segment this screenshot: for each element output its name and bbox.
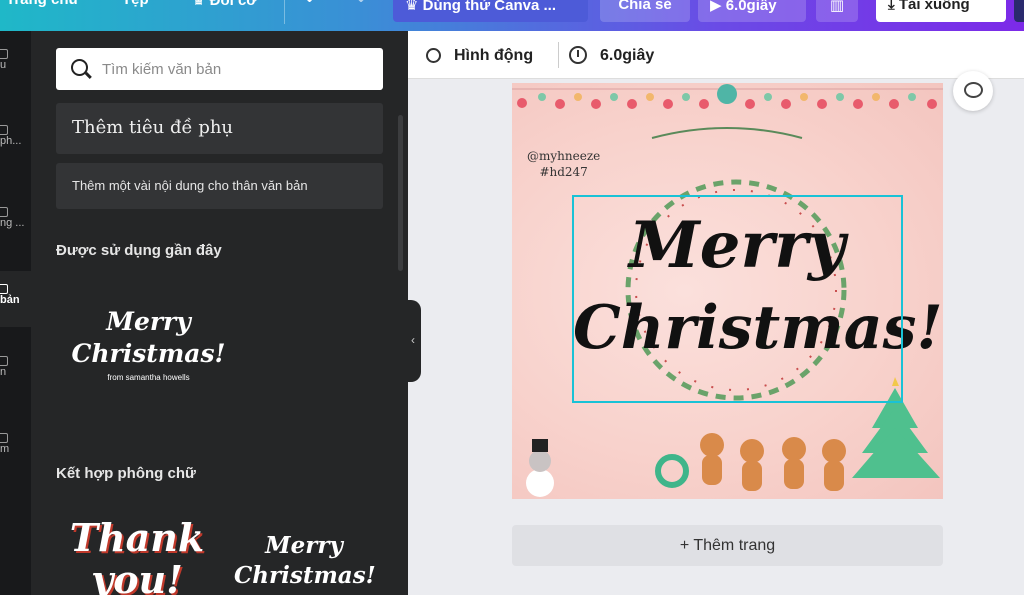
stats-icon[interactable]: ▥ bbox=[816, 0, 858, 22]
collapse-panel-button[interactable]: ‹ bbox=[405, 300, 421, 382]
snowman bbox=[526, 439, 554, 497]
text-panel: Thêm tiêu đề phụ Thêm một vài nội dung c… bbox=[31, 31, 408, 595]
rail-item-label: n bbox=[0, 366, 7, 378]
divider bbox=[284, 0, 285, 24]
crown-icon: ♛ bbox=[192, 0, 210, 9]
undo-icon[interactable]: ↶ bbox=[306, 0, 319, 9]
combo-sample-merry-christmas[interactable]: Merry Christmas! bbox=[234, 531, 376, 591]
resize-menu[interactable]: ♛ Đổi cỡ bbox=[192, 0, 257, 9]
rail-item-audio[interactable]: m bbox=[0, 433, 31, 455]
rail-item-label: ng ... bbox=[0, 217, 25, 229]
text-icon bbox=[0, 284, 8, 294]
rail-item-label: ph... bbox=[0, 135, 22, 147]
rail-item-templates[interactable]: u bbox=[0, 49, 31, 71]
credit-handle: @myhneeze bbox=[527, 149, 601, 163]
animate-button[interactable]: Hình động bbox=[454, 47, 533, 65]
editor-toolbar: Hình động 6.0giây bbox=[408, 31, 1024, 79]
elements-icon bbox=[0, 125, 8, 135]
mini-wreath bbox=[655, 454, 689, 488]
rail-item-text[interactable]: bản bbox=[0, 284, 31, 306]
styles-icon bbox=[0, 356, 8, 366]
duration-button[interactable]: 6.0giây bbox=[600, 47, 654, 65]
upload-icon bbox=[0, 207, 8, 217]
credit-hashtag: #hd247 bbox=[539, 165, 588, 179]
search-box[interactable] bbox=[56, 48, 383, 90]
resize-label: Đổi cỡ bbox=[209, 0, 257, 9]
home-link[interactable]: Trang chủ bbox=[6, 0, 78, 8]
search-icon bbox=[71, 59, 88, 76]
chevron-left-icon: ‹ bbox=[411, 333, 415, 347]
search-input[interactable] bbox=[102, 58, 372, 80]
sample-line: Christmas! bbox=[234, 562, 376, 589]
divider bbox=[558, 42, 559, 68]
more-button[interactable] bbox=[1014, 0, 1024, 22]
present-button[interactable]: ▶ 6.0giây bbox=[698, 0, 806, 22]
share-button[interactable]: Chia sẻ bbox=[600, 0, 690, 22]
font-combo-heading: Kết hợp phông chữ bbox=[56, 465, 196, 482]
play-icon: ▶ bbox=[710, 0, 726, 14]
sample-line: Thank bbox=[69, 515, 205, 560]
panel-scrollbar[interactable] bbox=[398, 115, 403, 271]
top-toolbar: Trang chủ Tệp ♛ Đổi cỡ ↶ ↷ ♛ Dùng thử Ca… bbox=[0, 0, 1024, 31]
recent-heading: Được sử dụng gần đây bbox=[56, 242, 222, 259]
gingerbread-cookies bbox=[700, 433, 846, 491]
combo-sample-thank-you[interactable]: Thank you! bbox=[67, 517, 207, 595]
left-nav-rail: u ph... ng ... bản n m bbox=[0, 31, 31, 595]
rail-item-styles[interactable]: n bbox=[0, 356, 31, 378]
crown-icon: ♛ bbox=[405, 0, 423, 14]
download-button[interactable]: ⤓ Tải xuống bbox=[876, 0, 1006, 22]
add-comment-button[interactable] bbox=[953, 71, 993, 111]
sample-caption: from samantha howells bbox=[107, 373, 190, 382]
rail-item-uploads[interactable]: ng ... bbox=[0, 207, 31, 229]
animate-icon bbox=[426, 48, 441, 63]
present-duration: 6.0giây bbox=[725, 0, 777, 14]
selection-box[interactable] bbox=[572, 195, 903, 403]
add-subtitle-button[interactable]: Thêm tiêu đề phụ bbox=[56, 103, 383, 154]
rail-item-elements[interactable]: ph... bbox=[0, 125, 31, 147]
redo-icon[interactable]: ↷ bbox=[352, 0, 365, 9]
sample-line: you! bbox=[91, 557, 183, 595]
download-icon: ⤓ bbox=[888, 0, 899, 13]
rail-item-label: bản bbox=[0, 294, 20, 306]
rail-item-label: u bbox=[0, 59, 7, 71]
holly-sprig bbox=[651, 127, 803, 139]
try-canva-button[interactable]: ♛ Dùng thử Canva ... bbox=[393, 0, 588, 22]
add-body-text-button[interactable]: Thêm một vài nội dung cho thân văn bản bbox=[56, 163, 383, 209]
try-canva-label: Dùng thử Canva ... bbox=[422, 0, 556, 14]
sample-line: Merry bbox=[106, 307, 191, 336]
audio-icon bbox=[0, 433, 8, 443]
sample-line: Merry bbox=[265, 532, 343, 559]
comment-icon bbox=[964, 82, 983, 98]
clock-icon bbox=[569, 46, 587, 64]
sample-line: Christmas! bbox=[71, 339, 226, 368]
add-page-button[interactable]: + Thêm trang bbox=[512, 525, 943, 566]
recent-font-sample[interactable]: Merry Christmas! from samantha howells bbox=[61, 306, 236, 386]
download-label: Tải xuống bbox=[898, 0, 970, 13]
templates-icon bbox=[0, 49, 8, 59]
ornament-garland bbox=[512, 84, 943, 109]
credit-text[interactable]: @myhneeze #hd247 bbox=[527, 148, 600, 180]
rail-item-label: m bbox=[0, 443, 10, 455]
file-menu[interactable]: Tệp bbox=[122, 0, 149, 8]
